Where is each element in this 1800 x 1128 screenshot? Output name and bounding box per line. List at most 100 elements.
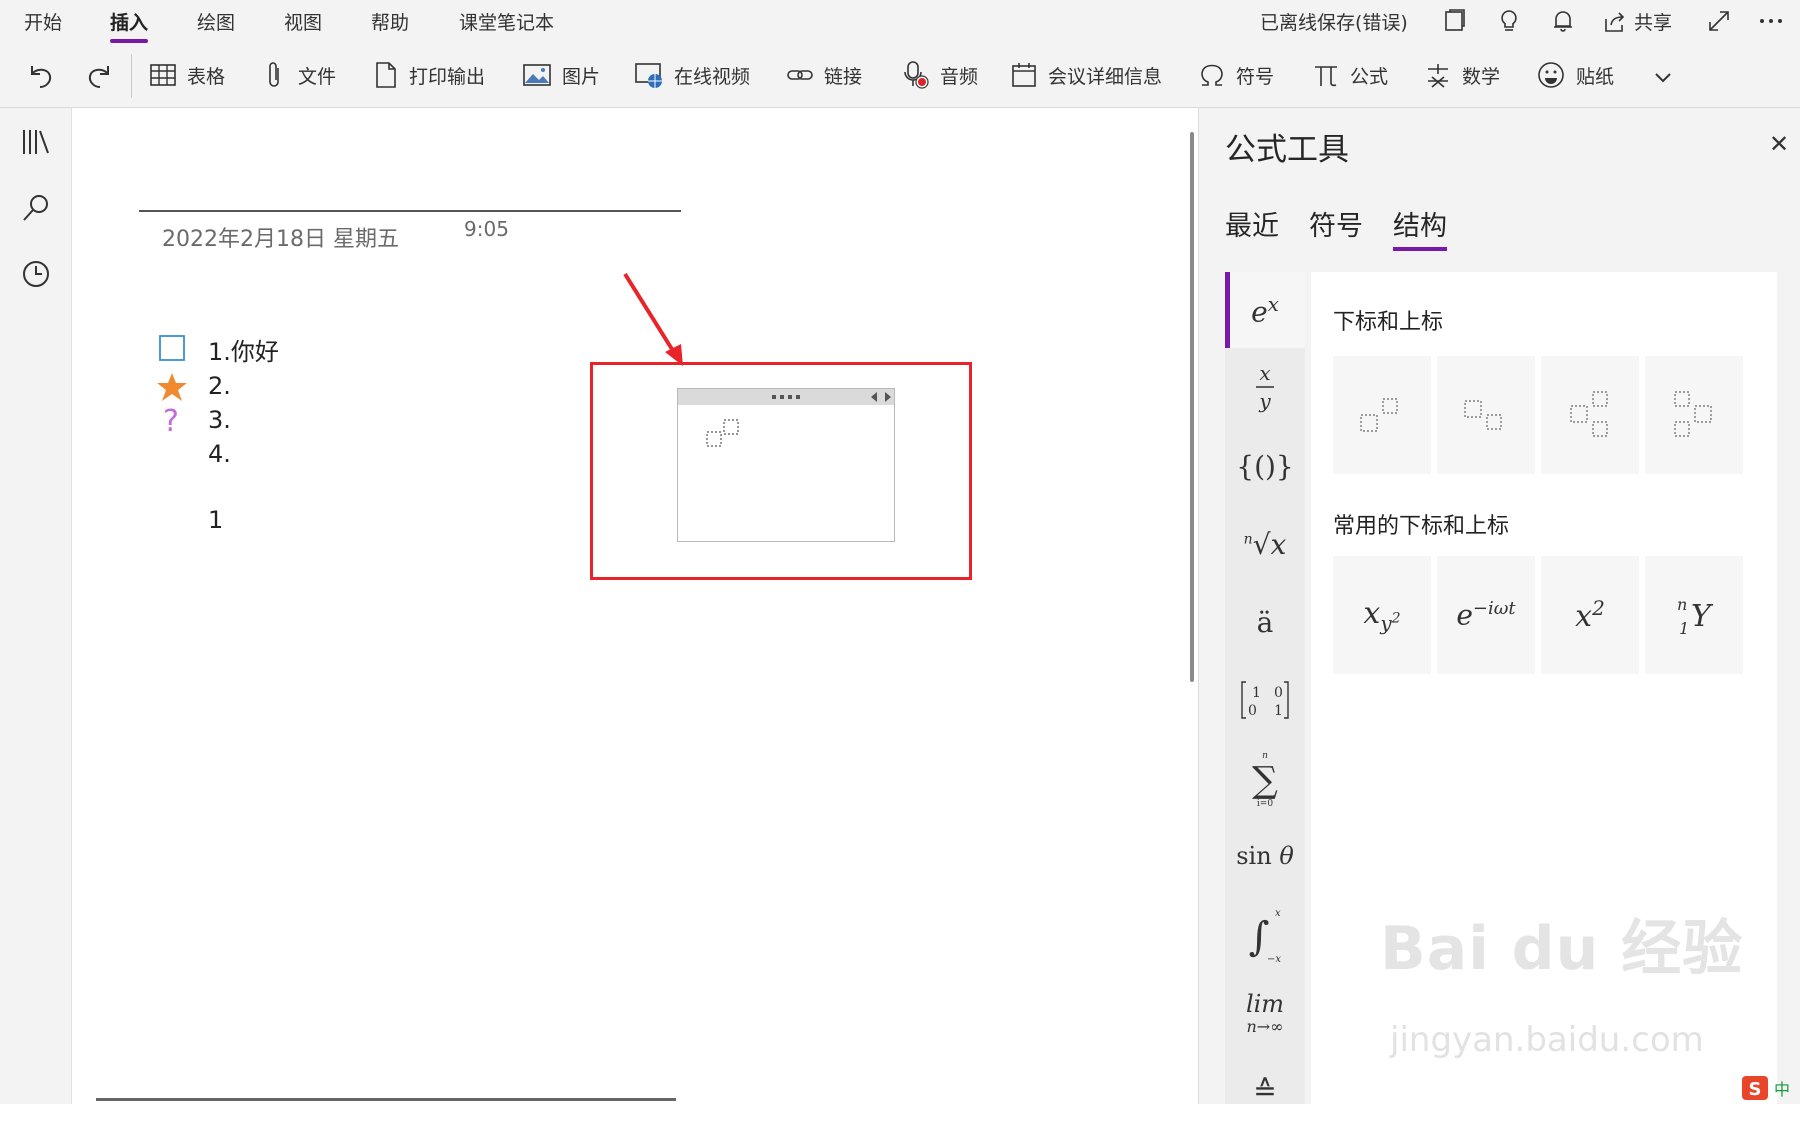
sub-superscript-tile[interactable] bbox=[1541, 356, 1639, 474]
category-fraction[interactable]: x y bbox=[1225, 350, 1305, 426]
list-item[interactable]: 1 bbox=[208, 506, 223, 534]
share-button[interactable]: 共享 bbox=[1602, 8, 1672, 35]
math-label: 数学 bbox=[1462, 65, 1501, 88]
picture-button[interactable]: 图片 bbox=[522, 58, 600, 92]
redo-icon[interactable] bbox=[84, 60, 116, 92]
tab-symbols[interactable]: 符号 bbox=[1309, 204, 1363, 243]
page-scrollbar[interactable] bbox=[1190, 132, 1194, 682]
category-operator[interactable]: ≙ bbox=[1225, 1052, 1305, 1128]
sticker-button[interactable]: 贴纸 bbox=[1536, 58, 1614, 92]
left-scripts-y-icon: n 1 Y bbox=[1677, 595, 1714, 638]
pi-icon bbox=[1315, 66, 1337, 87]
equation-container[interactable] bbox=[677, 388, 895, 542]
category-integral[interactable]: ∫ x −x bbox=[1225, 896, 1305, 972]
tab-draw[interactable]: 绘图 bbox=[197, 8, 235, 35]
svg-text:n→∞: n→∞ bbox=[1246, 1017, 1283, 1036]
tab-view[interactable]: 视图 bbox=[284, 8, 322, 35]
search-icon[interactable] bbox=[20, 192, 52, 224]
navigation-rail bbox=[0, 108, 72, 1104]
more-options-icon[interactable] bbox=[1758, 8, 1784, 34]
category-brackets[interactable]: {()} bbox=[1225, 428, 1305, 504]
file-label: 文件 bbox=[298, 65, 337, 88]
close-icon[interactable]: ✕ bbox=[1765, 130, 1793, 158]
category-scripts[interactable]: ex bbox=[1225, 272, 1305, 348]
link-button[interactable]: 链接 bbox=[786, 58, 862, 92]
share-icon bbox=[1605, 11, 1625, 32]
omega-icon bbox=[1201, 64, 1223, 86]
sticker-label: 贴纸 bbox=[1576, 65, 1615, 88]
table-button[interactable]: 表格 bbox=[149, 58, 225, 92]
notebook-pages-icon[interactable] bbox=[1442, 8, 1468, 34]
svg-text:∑: ∑ bbox=[1252, 760, 1278, 801]
superscript-placeholder-icon[interactable] bbox=[706, 419, 742, 449]
category-matrix[interactable]: 1 0 0 1 bbox=[1225, 662, 1305, 738]
category-limit[interactable]: lim n→∞ bbox=[1225, 974, 1305, 1050]
save-status[interactable]: 已离线保存(错误) bbox=[1260, 8, 1408, 35]
symbol-button[interactable]: 符号 bbox=[1198, 58, 1274, 92]
tab-home[interactable]: 开始 bbox=[24, 8, 62, 35]
common-tile-left-scripts-y[interactable]: n 1 Y bbox=[1645, 556, 1743, 674]
subscript-template-icon bbox=[1464, 400, 1502, 430]
category-large-operator[interactable]: n ∑ i=0 bbox=[1225, 740, 1305, 816]
share-label: 共享 bbox=[1634, 12, 1673, 34]
resize-arrows-icon[interactable] bbox=[871, 392, 891, 402]
tab-help[interactable]: 帮助 bbox=[371, 8, 409, 35]
subscript-tile[interactable] bbox=[1437, 356, 1535, 474]
list-item[interactable]: 3. bbox=[208, 406, 231, 434]
common-tile-x-sub-y-squared[interactable]: xy2 bbox=[1333, 556, 1431, 674]
link-label: 链接 bbox=[824, 65, 863, 88]
chevron-down-icon[interactable] bbox=[1652, 66, 1674, 88]
structure-categories: ex x y {()} n√x ä 1 0 0 1 n ∑ i=0 sin θ … bbox=[1225, 272, 1305, 1107]
question-tag-icon[interactable]: ? bbox=[163, 404, 179, 439]
equation-button[interactable]: 公式 bbox=[1312, 58, 1388, 92]
tab-class-notebook[interactable]: 课堂笔记本 bbox=[459, 8, 554, 35]
svg-text:x: x bbox=[1275, 908, 1281, 919]
left-sub-superscript-tile[interactable] bbox=[1645, 356, 1743, 474]
tab-structures[interactable]: 结构 bbox=[1393, 204, 1447, 251]
file-button[interactable]: 文件 bbox=[262, 58, 336, 92]
watermark-url: jingyan.baidu.com bbox=[1390, 1020, 1704, 1060]
integral-icon: ∫ x −x bbox=[1249, 908, 1282, 964]
note-page[interactable]: 2022年2月18日 星期五 9:05 1.你好 2. ? 3. 4. 1 bbox=[73, 108, 1197, 1104]
category-radical[interactable]: n√x bbox=[1225, 506, 1305, 582]
ime-indicator-icon[interactable]: S 中 bbox=[1742, 1074, 1796, 1102]
list-item[interactable]: 4. bbox=[208, 440, 231, 468]
equation-label: 公式 bbox=[1350, 65, 1389, 88]
svg-text:0: 0 bbox=[1274, 685, 1283, 701]
list-item[interactable]: 2. bbox=[208, 372, 231, 400]
recent-clock-icon[interactable] bbox=[20, 258, 52, 290]
svg-text:1: 1 bbox=[1252, 685, 1261, 701]
bell-icon[interactable] bbox=[1550, 8, 1576, 34]
printout-button[interactable]: 打印输出 bbox=[373, 58, 485, 92]
undo-icon[interactable] bbox=[24, 60, 56, 92]
math-icon bbox=[1428, 64, 1448, 88]
category-function[interactable]: sin θ bbox=[1225, 818, 1305, 894]
tab-insert[interactable]: 插入 bbox=[110, 8, 149, 43]
lightbulb-icon[interactable] bbox=[1496, 8, 1522, 34]
paperclip-icon bbox=[269, 62, 279, 87]
sticker-smiley-icon bbox=[1538, 62, 1564, 88]
important-star-icon[interactable] bbox=[156, 372, 188, 402]
expand-icon[interactable] bbox=[1706, 8, 1732, 34]
symbol-label: 符号 bbox=[1236, 65, 1275, 88]
list-item[interactable]: 1.你好 bbox=[208, 332, 279, 367]
notebooks-icon[interactable] bbox=[20, 126, 52, 158]
svg-text:1: 1 bbox=[1274, 703, 1283, 719]
document-icon bbox=[376, 62, 396, 88]
svg-text:Y: Y bbox=[1691, 599, 1714, 634]
math-button[interactable]: 数学 bbox=[1424, 58, 1500, 92]
common-tile-e-power[interactable]: e−iωt bbox=[1437, 556, 1535, 674]
page-time: 9:05 bbox=[464, 217, 509, 241]
svg-text:0: 0 bbox=[1248, 703, 1257, 719]
superscript-tile[interactable] bbox=[1333, 356, 1431, 474]
tab-recent[interactable]: 最近 bbox=[1225, 204, 1279, 243]
printout-label: 打印输出 bbox=[409, 65, 486, 88]
sub-superscript-template-icon bbox=[1570, 391, 1608, 437]
category-accent[interactable]: ä bbox=[1225, 584, 1305, 660]
container-drag-handle[interactable] bbox=[678, 389, 894, 405]
common-tile-x-squared[interactable]: x2 bbox=[1541, 556, 1639, 674]
audio-button[interactable]: 音频 bbox=[902, 58, 978, 92]
meeting-details-button[interactable]: 会议详细信息 bbox=[1010, 58, 1162, 92]
online-video-button[interactable]: 在线视频 bbox=[634, 58, 750, 92]
todo-checkbox-icon[interactable] bbox=[158, 334, 186, 362]
